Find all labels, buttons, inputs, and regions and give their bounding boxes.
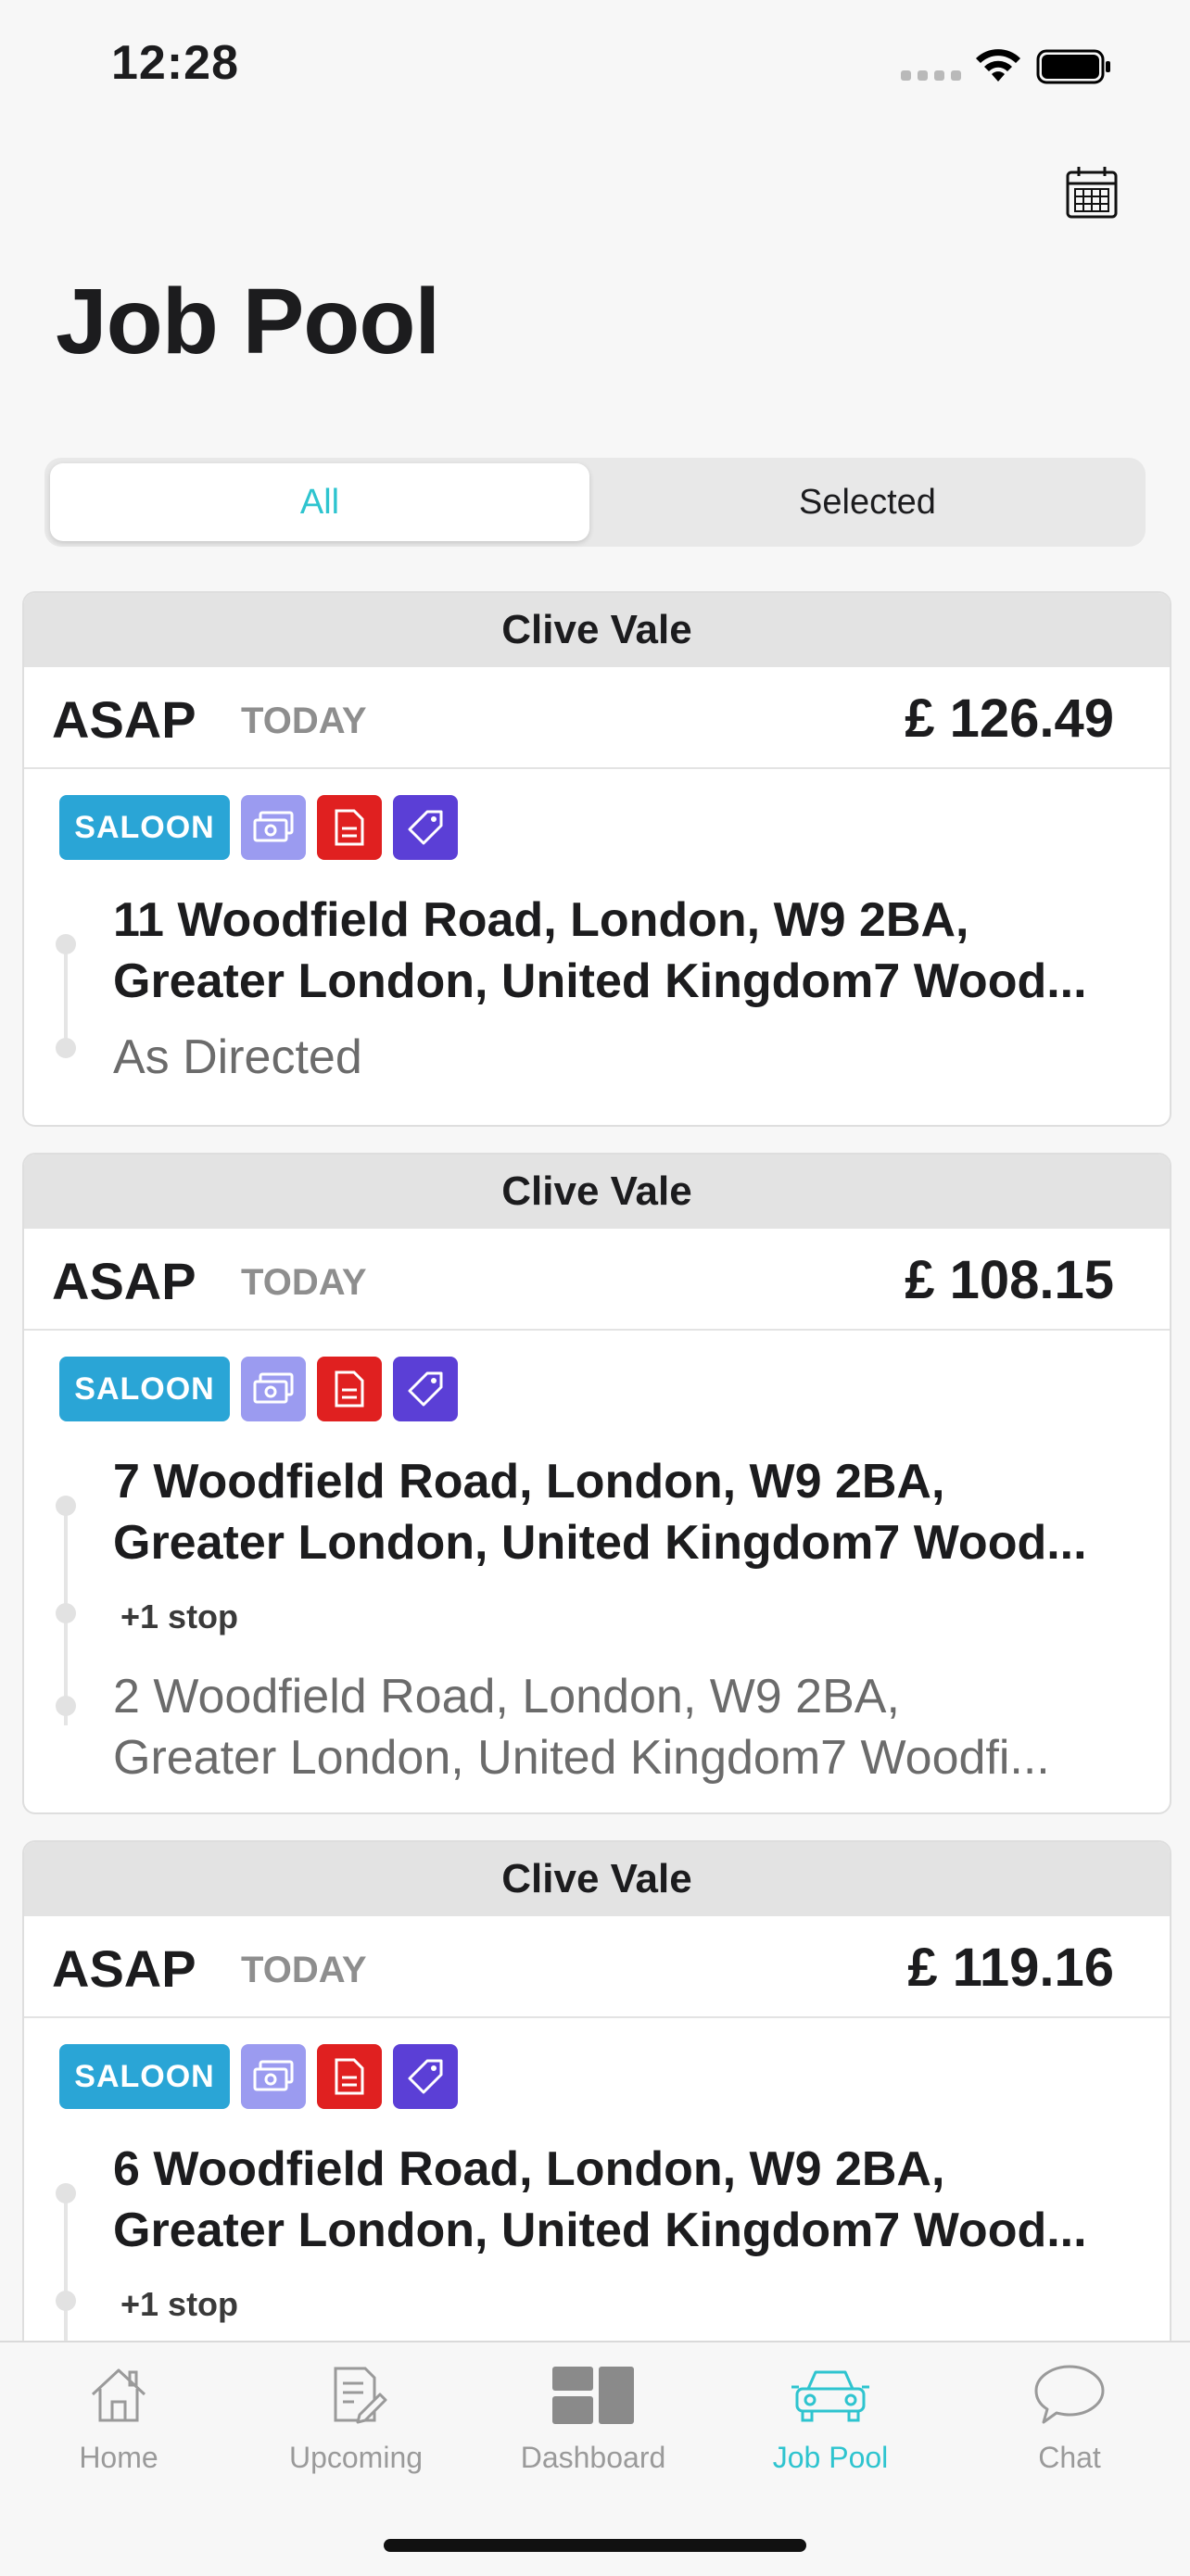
pickup-line: 6 Woodfield Road, London, W9 2BA, [113, 2142, 945, 2196]
job-price: £ 126.49 [905, 688, 1114, 749]
job-tags: SALOON [59, 2044, 458, 2109]
tab-upcoming[interactable]: Upcoming [237, 2361, 475, 2475]
promo-tag-icon [393, 2044, 458, 2109]
vehicle-badge: SALOON [59, 1357, 230, 1421]
car-icon [791, 2370, 869, 2422]
tab-dashboard[interactable]: Dashboard [475, 2361, 712, 2475]
job-tags: SALOON [59, 795, 458, 860]
job-summary: ASAP TODAY £ 126.49 [24, 667, 1170, 769]
job-card[interactable]: Clive Vale ASAP TODAY £ 126.49 SALOON 11… [22, 591, 1171, 1127]
job-card[interactable]: Clive Vale ASAP TODAY £ 119.16 SALOON 6 … [22, 1840, 1171, 2418]
job-summary: ASAP TODAY £ 119.16 [24, 1916, 1170, 2018]
customer-name: Clive Vale [24, 593, 1170, 667]
customer-name: Clive Vale [24, 1155, 1170, 1229]
document-icon [317, 795, 382, 860]
battery-icon [1036, 49, 1110, 84]
page-title: Job Pool [56, 270, 440, 373]
pickup-dot [56, 934, 76, 954]
cash-payment-icon [241, 795, 306, 860]
job-day: TODAY [241, 701, 367, 741]
cellular-signal-icon [901, 70, 961, 81]
vehicle-badge: SALOON [59, 795, 230, 860]
extra-stops: +1 stop [120, 2285, 239, 2323]
home-indicator [384, 2539, 806, 2552]
segment-all[interactable]: All [50, 463, 589, 541]
pickup-address: 11 Woodfield Road, London, W9 2BA, Great… [113, 890, 1125, 1012]
pickup-line: 7 Woodfield Road, London, W9 2BA, [113, 1455, 945, 1509]
pickup-dot [56, 1496, 76, 1516]
pickup-line: Greater London, United Kingdom7 Wood... [113, 2203, 1087, 2257]
customer-name: Clive Vale [24, 1842, 1170, 1916]
dropoff-dot [56, 1038, 76, 1058]
tab-label: Home [79, 2441, 158, 2474]
pickup-address: 6 Woodfield Road, London, W9 2BA, Greate… [113, 2139, 1125, 2261]
dropoff-line: As Directed [113, 1030, 362, 1084]
job-tags: SALOON [59, 1357, 458, 1421]
wifi-icon [976, 49, 1020, 82]
pickup-line: Greater London, United Kingdom7 Wood... [113, 954, 1087, 1008]
tab-home[interactable]: Home [0, 2361, 237, 2475]
dropoff-line: Greater London, United Kingdom7 Woodfi..… [113, 1731, 1050, 1785]
tab-label: Chat [1038, 2441, 1101, 2474]
chat-bubble-icon [1034, 2365, 1105, 2424]
promo-tag-icon [393, 795, 458, 860]
status-time: 12:28 [111, 36, 239, 90]
extra-stops: +1 stop [120, 1597, 239, 1635]
document-edit-icon [334, 2367, 387, 2424]
tab-job-pool[interactable]: Job Pool [712, 2361, 949, 2475]
tab-chat[interactable]: Chat [951, 2361, 1188, 2475]
dashboard-icon [552, 2367, 634, 2424]
job-summary: ASAP TODAY £ 108.15 [24, 1229, 1170, 1331]
tab-label: Job Pool [772, 2441, 889, 2474]
dropoff-dot [56, 1696, 76, 1716]
pickup-dot [56, 2183, 76, 2203]
cash-payment-icon [241, 2044, 306, 2109]
cash-payment-icon [241, 1357, 306, 1421]
job-day: TODAY [241, 1262, 367, 1303]
tab-label: Dashboard [520, 2441, 666, 2474]
document-icon [317, 2044, 382, 2109]
stop-dot [56, 2291, 76, 2311]
pickup-line: Greater London, United Kingdom7 Wood... [113, 1516, 1087, 1570]
job-day: TODAY [241, 1950, 367, 1990]
segment-selected[interactable]: Selected [595, 463, 1140, 541]
job-timing: ASAP [52, 690, 196, 749]
tab-label: Upcoming [288, 2441, 424, 2474]
job-timing: ASAP [52, 1939, 196, 1998]
calendar-icon[interactable] [1062, 163, 1121, 222]
segmented-control: All Selected [44, 458, 1146, 547]
home-icon [91, 2368, 146, 2422]
vehicle-badge: SALOON [59, 2044, 230, 2109]
pickup-line: 11 Woodfield Road, London, W9 2BA, [113, 893, 969, 947]
job-price: £ 108.15 [905, 1250, 1114, 1310]
job-price: £ 119.16 [907, 1938, 1114, 1998]
dropoff-line: 2 Woodfield Road, London, W9 2BA, [113, 1670, 900, 1724]
dropoff-address: As Directed [113, 1027, 1125, 1088]
job-timing: ASAP [52, 1252, 196, 1310]
job-card[interactable]: Clive Vale ASAP TODAY £ 108.15 SALOON 7 … [22, 1153, 1171, 1814]
document-icon [317, 1357, 382, 1421]
promo-tag-icon [393, 1357, 458, 1421]
stop-dot [56, 1603, 76, 1623]
dropoff-address: 2 Woodfield Road, London, W9 2BA, Greate… [113, 1666, 1125, 1788]
pickup-address: 7 Woodfield Road, London, W9 2BA, Greate… [113, 1451, 1125, 1573]
status-bar: 12:28 [0, 0, 1190, 130]
